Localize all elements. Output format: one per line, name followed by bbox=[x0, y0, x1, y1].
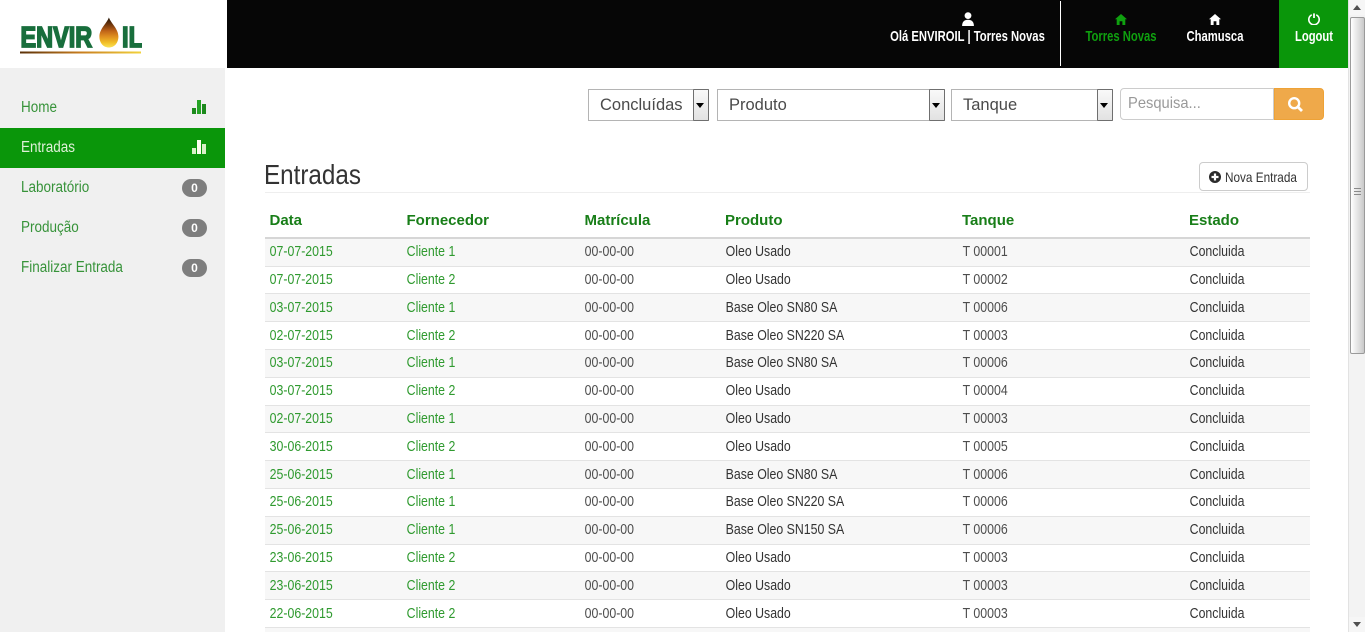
svg-text:ENVIR: ENVIR bbox=[20, 21, 92, 54]
svg-text:IL: IL bbox=[122, 21, 142, 54]
